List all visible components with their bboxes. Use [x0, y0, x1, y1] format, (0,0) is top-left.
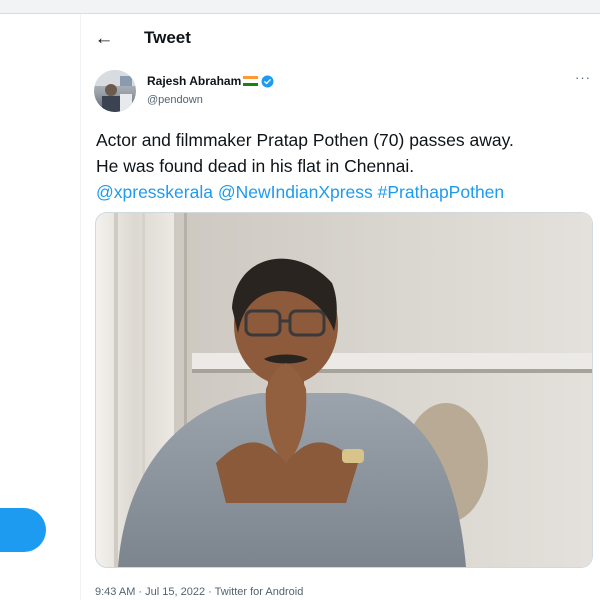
tweet-meta: 9:43 AM · Jul 15, 2022 · Twitter for And… — [95, 586, 303, 598]
browser-top-bar — [0, 0, 600, 14]
tweet-text-line-1: Actor and filmmaker Pratap Pothen (70) p… — [96, 130, 514, 150]
page-title: Tweet — [144, 28, 191, 47]
avatar[interactable] — [94, 70, 136, 112]
tweet-links-line: @xpresskerala @NewIndianXpress #PrathapP… — [96, 179, 596, 205]
india-flag-icon — [243, 76, 259, 86]
verified-badge-icon — [261, 75, 274, 87]
avatar-photo — [94, 70, 136, 112]
column-divider — [80, 14, 81, 600]
left-sidebar — [0, 14, 80, 600]
arrow-left-icon[interactable]: ← — [93, 28, 115, 50]
meta-separator: · — [135, 586, 146, 598]
tweet-text: Actor and filmmaker Pratap Pothen (70) p… — [96, 127, 596, 205]
page-header: ← Tweet — [81, 14, 600, 64]
meta-separator: · — [205, 586, 215, 598]
tweet-source: Twitter for Android — [214, 586, 304, 598]
tweet-text-line-2: He was found dead in his flat in Chennai… — [96, 156, 415, 176]
author-handle[interactable]: @pendown — [147, 94, 203, 106]
hashtag-prathappothen[interactable]: #PrathapPothen — [378, 182, 505, 202]
mention-xpresskerala[interactable]: @xpresskerala — [96, 182, 213, 202]
tweet-media-image[interactable] — [95, 212, 593, 568]
author-name[interactable]: Rajesh Abraham — [147, 74, 241, 88]
mention-newindianxpress[interactable]: @NewIndianXpress — [218, 182, 373, 202]
tweet-time[interactable]: 9:43 AM — [95, 586, 135, 598]
more-horizontal-icon[interactable]: ··· — [575, 70, 591, 85]
tweet-photo — [96, 213, 592, 567]
author-name-row[interactable]: Rajesh Abraham — [147, 74, 274, 88]
tweet-date[interactable]: Jul 15, 2022 — [145, 586, 205, 598]
compose-tweet-button[interactable] — [0, 508, 46, 552]
